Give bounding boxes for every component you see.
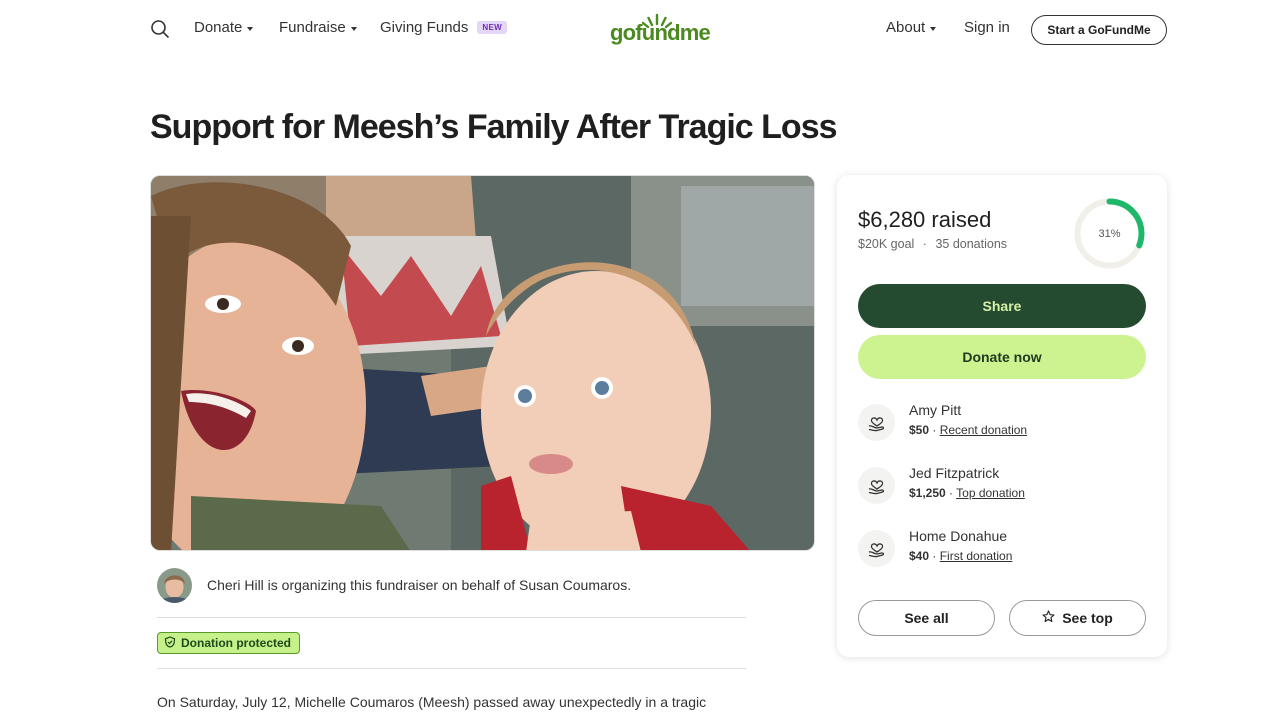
donor-name: Jed Fitzpatrick xyxy=(909,465,1000,481)
nav-giving-funds[interactable]: Giving Funds NEW xyxy=(380,19,507,36)
heart-hand-icon xyxy=(858,404,895,441)
share-button[interactable]: Share xyxy=(858,284,1146,328)
donate-now-button[interactable]: Donate now xyxy=(858,335,1146,379)
donor-row: Home Donahue $40 · First donation xyxy=(858,526,1146,570)
star-icon xyxy=(1042,610,1055,626)
nav-donate-label: Donate xyxy=(194,19,243,36)
story-text: On Saturday, July 12, Michelle Coumaros … xyxy=(157,694,707,710)
heart-hand-icon xyxy=(858,467,895,504)
goal-summary: $20K goal · 35 donations xyxy=(858,237,1007,251)
donation-protected-label: Donation protected xyxy=(181,636,291,650)
donor-amount: $50 xyxy=(909,423,930,437)
progress-percent: 31% xyxy=(1098,227,1121,240)
shield-icon xyxy=(164,635,176,651)
organizer-row: Cheri Hill is organizing this fundraiser… xyxy=(157,567,747,603)
donor-amount: $40 xyxy=(909,549,930,563)
sign-in-label: Sign in xyxy=(964,19,1010,36)
campaign-photo[interactable] xyxy=(150,175,815,551)
divider xyxy=(157,668,746,669)
chevron-down-icon xyxy=(350,26,357,31)
see-top-label: See top xyxy=(1062,610,1113,626)
donor-tag-link[interactable]: Recent donation xyxy=(940,423,1027,437)
donor-amount: $1,250 xyxy=(909,486,946,500)
nav-donate[interactable]: Donate xyxy=(194,19,254,36)
site-header: Donate Fundraise Giving Funds NEW gofund… xyxy=(0,0,1280,58)
heart-hand-icon xyxy=(858,530,895,567)
donation-card: $6,280 raised $20K goal · 35 donations 3… xyxy=(837,175,1167,657)
amount-raised: $6,280 raised xyxy=(858,207,992,232)
organizer-avatar[interactable] xyxy=(157,567,192,603)
search-icon[interactable] xyxy=(150,19,170,39)
donor-meta: $1,250 · Top donation xyxy=(909,486,1025,500)
see-top-button[interactable]: See top xyxy=(1009,600,1146,636)
donor-name: Amy Pitt xyxy=(909,402,962,418)
donor-row: Amy Pitt $50 · Recent donation xyxy=(858,400,1146,444)
nav-about-label: About xyxy=(886,19,926,36)
organizer-text: Cheri Hill is organizing this fundraiser… xyxy=(207,577,632,593)
donor-tag-link[interactable]: First donation xyxy=(940,549,1013,563)
gofundme-logo[interactable]: gofundme xyxy=(610,12,711,48)
nav-fundraise[interactable]: Fundraise xyxy=(279,19,357,36)
donation-protected-badge[interactable]: Donation protected xyxy=(157,632,300,654)
logo-wordmark: gofundme xyxy=(610,20,711,45)
donor-name: Home Donahue xyxy=(909,528,1008,544)
nav-fundraise-label: Fundraise xyxy=(279,19,346,36)
donor-tag-link[interactable]: Top donation xyxy=(956,486,1025,500)
chevron-down-icon xyxy=(247,26,254,31)
goal-amount: $20K goal xyxy=(858,237,915,251)
sign-in-link[interactable]: Sign in xyxy=(964,19,1010,36)
chevron-down-icon xyxy=(930,26,937,31)
goal-separator: · xyxy=(922,237,927,251)
new-badge: NEW xyxy=(477,21,507,34)
page-title: Support for Meesh’s Family After Tragic … xyxy=(150,108,838,146)
donor-row: Jed Fitzpatrick $1,250 · Top donation xyxy=(858,463,1146,507)
nav-giving-funds-label: Giving Funds xyxy=(380,19,469,36)
donor-meta: $40 · First donation xyxy=(909,549,1013,563)
nav-about[interactable]: About xyxy=(886,19,937,36)
see-all-button[interactable]: See all xyxy=(858,600,995,636)
donation-count: 35 donations xyxy=(935,237,1008,251)
start-gofundme-button[interactable]: Start a GoFundMe xyxy=(1031,15,1167,45)
divider xyxy=(157,617,746,618)
donor-meta: $50 · Recent donation xyxy=(909,423,1028,437)
